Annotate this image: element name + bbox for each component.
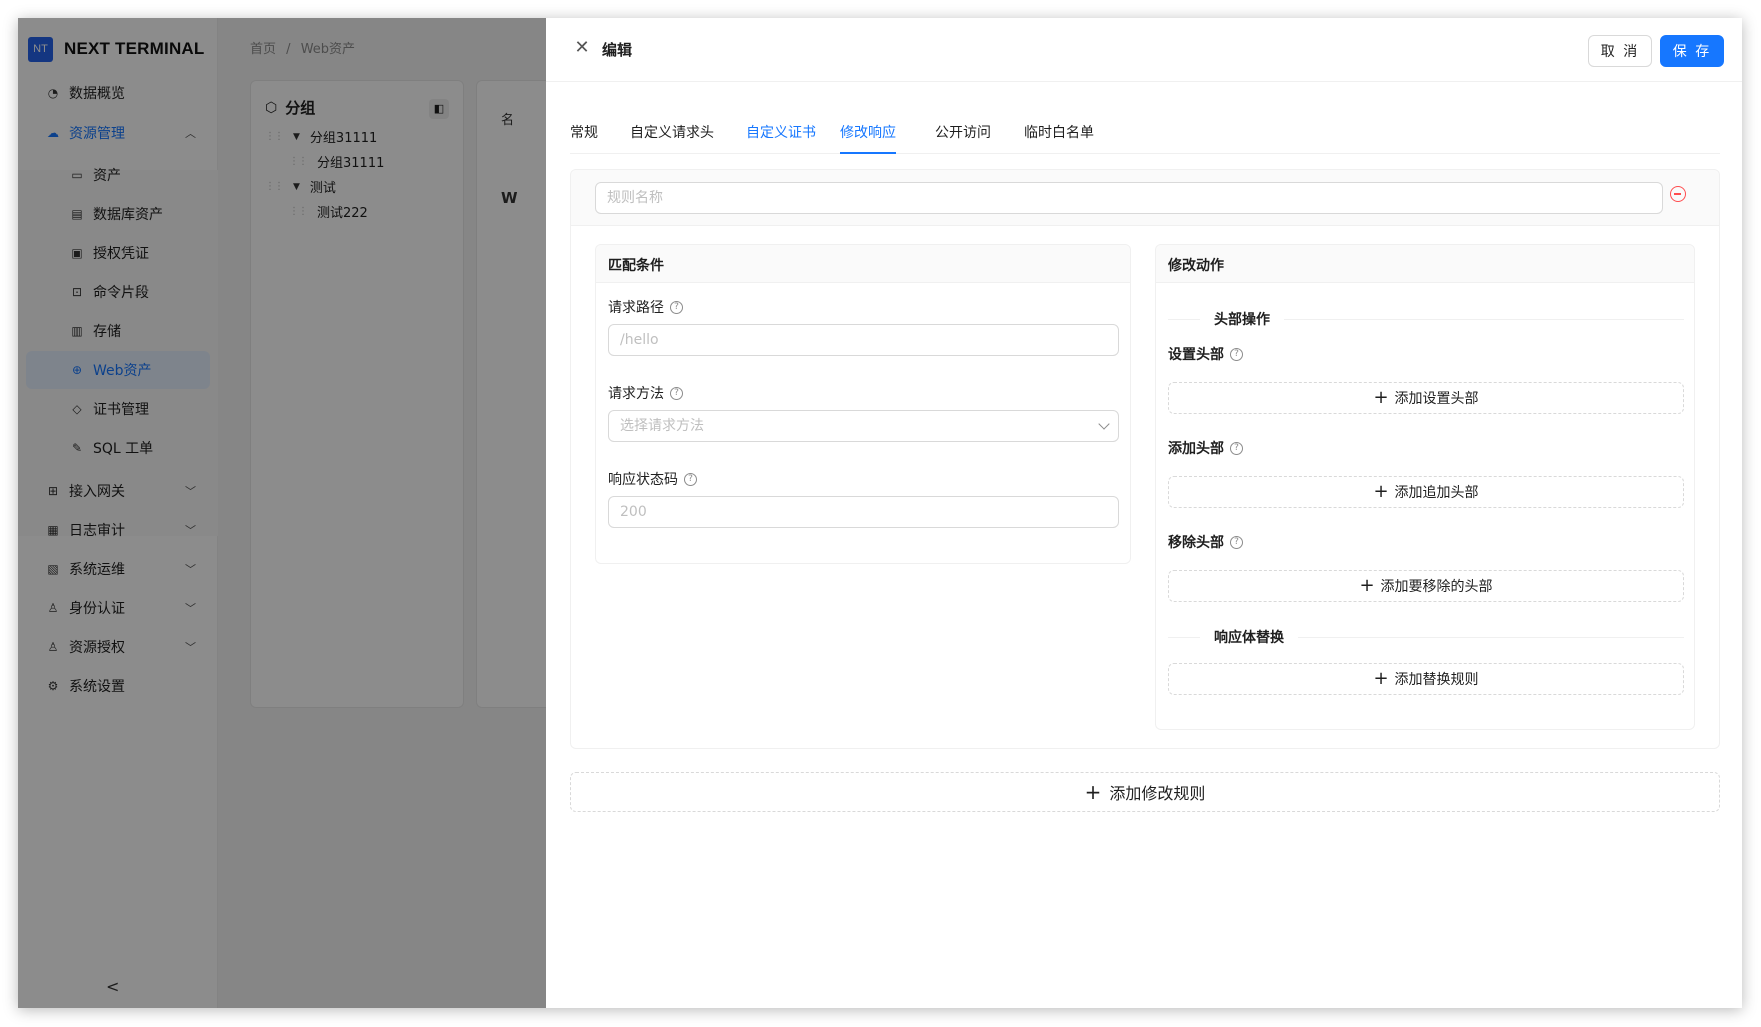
remove-header-label-text: 移除头部 (1168, 535, 1224, 551)
status-code-input[interactable]: 200 (608, 496, 1119, 528)
method-select-placeholder: 选择请求方法 (620, 418, 704, 434)
set-header-label: 设置头部 ? (1168, 344, 1243, 364)
add-append-header-button[interactable]: + 添加追加头部 (1168, 476, 1684, 508)
modify-actions-title: 修改动作 (1168, 258, 1224, 274)
tab-public-access[interactable]: 公开访问 (935, 122, 991, 142)
plus-icon: + (1084, 780, 1102, 804)
cancel-button[interactable]: 取 消 (1588, 35, 1652, 67)
add-modify-rule-label: 添加修改规则 (1109, 784, 1206, 803)
header-ops-divider-text: 头部操作 (1214, 312, 1270, 328)
remove-header-label: 移除头部 ? (1168, 532, 1243, 552)
add-set-header-button-label: 添加设置头部 (1394, 391, 1479, 407)
plus-icon: + (1373, 481, 1389, 502)
plus-icon: + (1359, 575, 1375, 596)
rule-name-input[interactable]: 规则名称 (595, 182, 1663, 214)
add-header-label: 添加头部 ? (1168, 438, 1243, 458)
drawer-header: ✕ 编辑 取 消 保 存 (546, 18, 1742, 82)
help-icon[interactable]: ? (1230, 535, 1243, 549)
add-header-label-text: 添加头部 (1168, 441, 1224, 457)
chevron-down-icon (1098, 418, 1110, 430)
header-ops-divider: 头部操作 (1168, 309, 1684, 329)
tab-general[interactable]: 常规 (570, 122, 598, 142)
add-append-header-button-label: 添加追加头部 (1394, 485, 1479, 501)
modify-actions-header: 修改动作 (1156, 245, 1694, 283)
add-replace-rule-button-label: 添加替换规则 (1394, 672, 1479, 688)
tab-custom-certificate[interactable]: 自定义证书 (746, 122, 816, 142)
add-replace-rule-button[interactable]: + 添加替换规则 (1168, 663, 1684, 695)
active-tab-indicator (840, 152, 896, 154)
help-icon[interactable]: ? (670, 300, 683, 314)
remove-rule-icon[interactable] (1670, 186, 1686, 202)
save-button[interactable]: 保 存 (1660, 35, 1724, 67)
edit-drawer: ✕ 编辑 取 消 保 存 常规 自定义请求头 自定义证书 修改响应 公开访问 临… (546, 18, 1742, 1008)
status-label: 响应状态码 ? (608, 469, 697, 489)
add-remove-header-button-label: 添加要移除的头部 (1380, 579, 1493, 595)
method-select[interactable]: 选择请求方法 (608, 410, 1119, 442)
help-icon[interactable]: ? (1230, 441, 1243, 455)
help-icon[interactable]: ? (670, 386, 683, 400)
body-replace-divider: 响应体替换 (1168, 627, 1684, 647)
path-label: 请求路径 ? (608, 297, 683, 317)
tab-temp-whitelist[interactable]: 临时白名单 (1024, 122, 1094, 142)
rule-card-header: 规则名称 (571, 170, 1719, 226)
path-input[interactable]: /hello (608, 324, 1119, 356)
modify-actions-card: 修改动作 头部操作 设置头部 ? + 添加设置头部 添加头部 ? + 添加追加头… (1155, 244, 1695, 730)
app-window: NT NEXT TERMINAL ◔ 数据概览 ☁ 资源管理 ︿ ▭ 资产 ▤ … (18, 18, 1742, 1008)
add-set-header-button[interactable]: + 添加设置头部 (1168, 382, 1684, 414)
rule-card: 规则名称 匹配条件 请求路径 ? /hello 请求方法 ? 选择请求方法 响应… (570, 169, 1720, 749)
add-remove-header-button[interactable]: + 添加要移除的头部 (1168, 570, 1684, 602)
add-modify-rule-button[interactable]: + 添加修改规则 (570, 772, 1720, 812)
status-label-text: 响应状态码 (608, 472, 678, 488)
method-label: 请求方法 ? (608, 383, 683, 403)
match-conditions-title: 匹配条件 (608, 258, 664, 274)
help-icon[interactable]: ? (1230, 347, 1243, 361)
method-label-text: 请求方法 (608, 386, 664, 402)
path-label-text: 请求路径 (608, 300, 664, 316)
help-icon[interactable]: ? (684, 472, 697, 486)
plus-icon: + (1373, 387, 1389, 408)
tab-bar: 常规 自定义请求头 自定义证书 修改响应 公开访问 临时白名单 (570, 100, 1720, 154)
close-icon[interactable]: ✕ (572, 38, 592, 58)
match-conditions-card: 匹配条件 请求路径 ? /hello 请求方法 ? 选择请求方法 响应状态码 ?… (595, 244, 1131, 564)
drawer-title: 编辑 (602, 41, 633, 59)
plus-icon: + (1373, 668, 1389, 689)
match-conditions-header: 匹配条件 (596, 245, 1130, 283)
set-header-label-text: 设置头部 (1168, 347, 1224, 363)
tab-custom-request-headers[interactable]: 自定义请求头 (630, 122, 714, 142)
body-replace-divider-text: 响应体替换 (1214, 630, 1284, 646)
tab-modify-response[interactable]: 修改响应 (840, 122, 896, 142)
